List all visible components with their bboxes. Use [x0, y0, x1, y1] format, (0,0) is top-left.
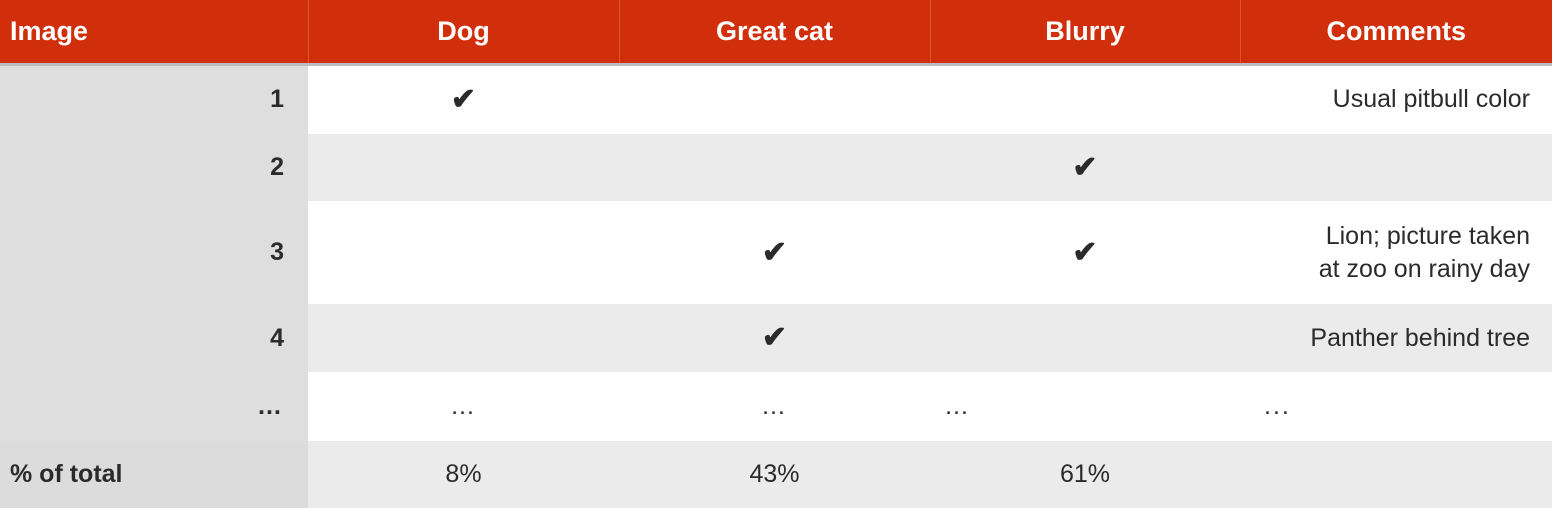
image-annotation-table: Image Dog Great cat Blurry Comments 1 ✔ … [0, 0, 1552, 508]
check-icon: ✔ [1072, 235, 1098, 269]
check-icon: ✔ [761, 321, 788, 355]
cell-dog: … [308, 372, 619, 441]
check-icon: ✔ [1072, 150, 1098, 184]
table-body: 1 ✔ Usual pitbull color 2 ✔ 3 ✔ ✔ Lion; … [0, 62, 1552, 508]
cell-blurry[interactable] [930, 304, 1240, 372]
header-row: Image Dog Great cat Blurry Comments [0, 0, 1552, 64]
table-row: 3 ✔ ✔ Lion; picture taken at zoo on rain… [0, 201, 1552, 304]
cell-dog[interactable] [308, 134, 619, 201]
row-index-cell: 3 [0, 201, 308, 304]
table-row-total: % of total 8% 43% 61% [0, 441, 1552, 508]
table-container: Image Dog Great cat Blurry Comments 1 ✔ … [0, 0, 1552, 510]
cell-blurry: … [930, 372, 1240, 441]
column-header-image[interactable]: Image [0, 0, 309, 64]
table-row: 4 ✔ Panther behind tree [0, 304, 1552, 372]
cell-blurry[interactable]: ✔ [930, 201, 1240, 304]
cell-dog[interactable] [308, 304, 619, 372]
column-header-great-cat[interactable]: Great cat [619, 0, 931, 64]
column-header-comments[interactable]: Comments [1240, 0, 1552, 64]
cell-dog[interactable]: ✔ [308, 62, 619, 134]
column-header-dog[interactable]: Dog [308, 0, 620, 64]
table-row: 2 ✔ [0, 134, 1552, 201]
cell-blurry[interactable] [930, 62, 1240, 134]
column-header-blurry[interactable]: Blurry [930, 0, 1241, 64]
cell-great-cat[interactable]: ✔ [619, 201, 930, 304]
check-icon: ✔ [761, 235, 788, 269]
total-percent-dog: 8% [308, 441, 619, 508]
cell-dog[interactable] [308, 201, 619, 304]
cell-comments[interactable]: Lion; picture taken at zoo on rainy day [1240, 201, 1552, 304]
cell-great-cat[interactable]: ✔ [619, 304, 930, 372]
cell-comments[interactable]: Panther behind tree [1240, 304, 1552, 372]
row-index-cell: 2 [0, 134, 308, 201]
total-comments-cell [1240, 441, 1552, 508]
cell-great-cat: … [619, 372, 930, 441]
check-icon: ✔ [450, 82, 477, 116]
cell-comments[interactable] [1240, 134, 1552, 201]
total-percent-blurry: 61% [930, 441, 1240, 508]
row-index-cell: … [0, 372, 308, 441]
cell-comments: ... [1240, 372, 1552, 441]
table-header: Image Dog Great cat Blurry Comments [0, 0, 1552, 64]
total-percent-great-cat: 43% [619, 441, 930, 508]
cell-comments[interactable]: Usual pitbull color [1240, 62, 1552, 134]
row-index-cell: 1 [0, 62, 308, 134]
table-row: 1 ✔ Usual pitbull color [0, 62, 1552, 134]
table-row-ellipsis: … … … … ... [0, 372, 1552, 441]
cell-great-cat[interactable] [619, 62, 930, 134]
cell-blurry[interactable]: ✔ [930, 134, 1240, 201]
total-row-label: % of total [0, 441, 308, 508]
cell-great-cat[interactable] [619, 134, 930, 201]
row-index-cell: 4 [0, 304, 308, 372]
